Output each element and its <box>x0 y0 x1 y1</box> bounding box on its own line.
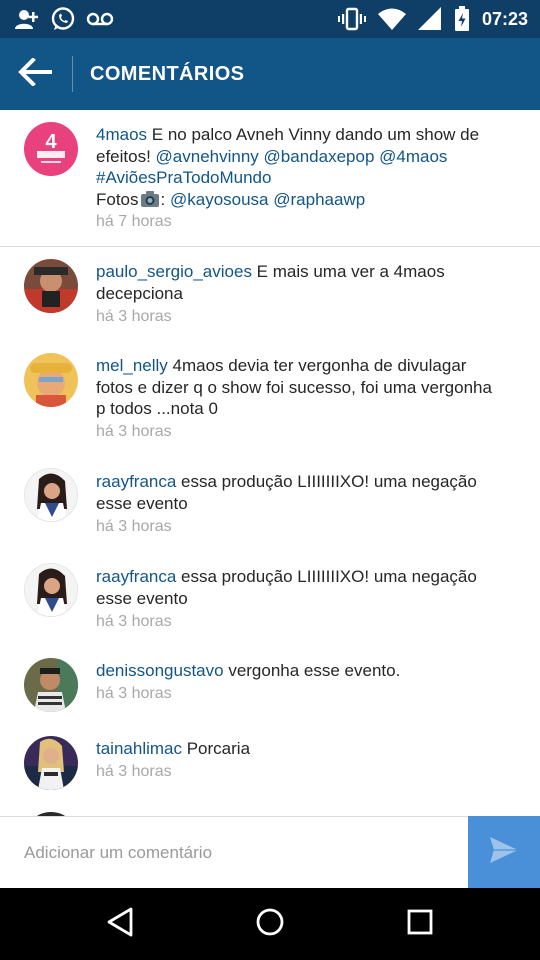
home-circle-icon <box>255 907 285 942</box>
comment-text: tainahlimac Porcaria <box>96 738 506 760</box>
comment-timestamp: há 3 horas <box>96 518 172 535</box>
avatar[interactable] <box>24 736 78 790</box>
avatar-photo <box>24 736 78 790</box>
avatar-photo <box>24 259 78 313</box>
caption-text: 4maos E no palco Avneh Vinny dando um sh… <box>96 124 506 213</box>
recents-square-icon <box>406 908 434 941</box>
comment-text: denissongustavo vergonha esse evento. <box>96 660 506 682</box>
status-bar: 07:23 <box>0 0 540 38</box>
camera-emoji-icon <box>140 190 160 214</box>
nav-back-button[interactable] <box>102 906 138 942</box>
arrow-left-icon <box>18 56 54 91</box>
back-triangle-icon <box>106 907 134 942</box>
navigation-bar <box>0 888 540 960</box>
avatar[interactable] <box>24 353 78 407</box>
comment-text: raayfranca essa produção LIIIIIIIXO! uma… <box>96 566 506 609</box>
whatsapp-icon <box>50 6 76 32</box>
avatar-photo <box>24 353 78 407</box>
page-title: COMENTÁRIOS <box>90 63 245 85</box>
battery-charging-icon <box>454 6 470 32</box>
comment-body: vergonha esse evento. <box>223 661 401 680</box>
send-button[interactable] <box>468 816 540 888</box>
svg-text:4: 4 <box>45 131 57 153</box>
comment-username[interactable]: denissongustavo <box>96 661 224 680</box>
avatar[interactable]: 4 <box>24 122 78 176</box>
comment-timestamp: há 3 horas <box>96 423 172 440</box>
wifi-icon <box>377 7 406 31</box>
mention-link[interactable]: @kayosousa <box>170 190 269 209</box>
signal-icon <box>417 7 442 31</box>
comment-username[interactable]: raayfranca <box>96 567 176 586</box>
mention-link[interactable]: @avnehvinny <box>156 147 259 166</box>
send-icon <box>489 836 519 869</box>
avatar[interactable] <box>24 259 78 313</box>
comment-timestamp: há 3 horas <box>96 308 172 325</box>
hashtag-link[interactable]: #AviõesPraTodoMundo <box>96 168 271 187</box>
clock-time: 07:23 <box>481 9 528 29</box>
comment-text: paulo_sergio_avioes E mais uma ver a 4ma… <box>96 261 506 304</box>
comment-username[interactable]: mel_nelly <box>96 356 168 375</box>
avatar[interactable] <box>24 658 78 712</box>
fotos-label: Fotos <box>96 189 139 209</box>
comment-timestamp: há 3 horas <box>96 685 172 702</box>
comment-timestamp: há 3 horas <box>96 763 172 780</box>
comment-text: raayfranca essa produção LIIIIIIIXO! uma… <box>96 471 506 514</box>
comment-input[interactable] <box>0 817 468 888</box>
comment-username[interactable]: tainahlimac <box>96 739 182 758</box>
nav-recents-button[interactable] <box>402 906 438 942</box>
mention-link[interactable]: @4maos <box>379 147 447 166</box>
comment-timestamp: há 3 horas <box>96 613 172 630</box>
avatar[interactable] <box>24 468 78 522</box>
comment-composer <box>0 816 540 888</box>
comment-username[interactable]: 4maos <box>96 125 147 144</box>
avatar-photo <box>25 564 77 616</box>
vibrate-icon <box>337 6 366 32</box>
comment-username[interactable]: raayfranca <box>96 472 176 491</box>
avatar-photo <box>24 658 78 712</box>
comment-username[interactable]: paulo_sergio_avioes <box>96 262 252 281</box>
avatar[interactable] <box>24 563 78 617</box>
title-divider <box>72 56 73 92</box>
comment-list[interactable]: 4 4maos E no palco Avneh Vinny dando um … <box>0 110 540 816</box>
mention-link[interactable]: @raphaawp <box>273 190 365 209</box>
action-bar: COMENTÁRIOS <box>0 38 540 110</box>
avatar-photo <box>25 469 77 521</box>
4maos-logo: 4 <box>24 122 78 176</box>
fotos-suffix: : <box>160 189 170 209</box>
back-button[interactable] <box>14 52 58 96</box>
mention-link[interactable]: @bandaxepop <box>264 147 375 166</box>
nav-home-button[interactable] <box>252 906 288 942</box>
comment-text: mel_nelly 4maos devia ter vergonha de di… <box>96 355 506 420</box>
caption-divider <box>0 246 540 247</box>
voicemail-icon <box>86 9 114 29</box>
add-contact-icon <box>14 7 40 31</box>
comment-timestamp: há 7 horas <box>96 213 172 230</box>
comment-body: Porcaria <box>182 739 251 758</box>
